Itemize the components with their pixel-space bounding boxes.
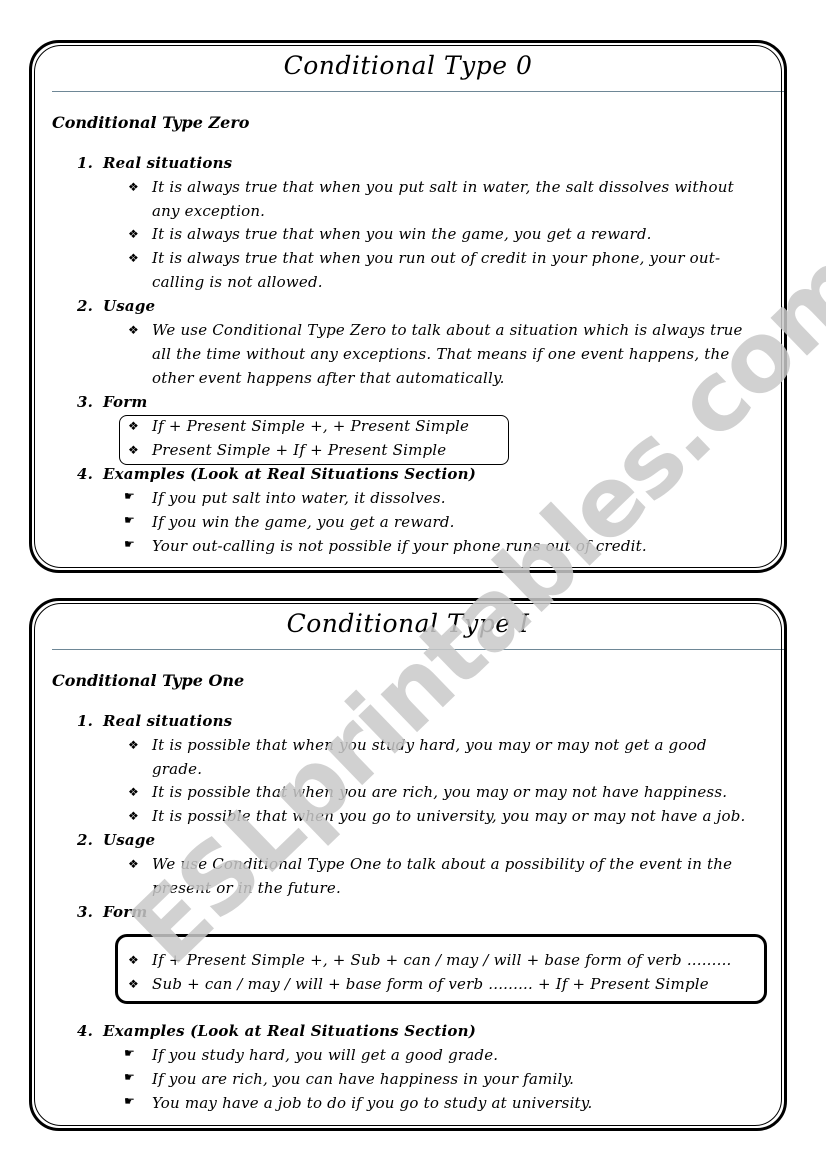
list-item: It is possible that when you go to unive… (152, 807, 746, 825)
section-heading-real-situations: 1. Real situations (77, 154, 232, 172)
section-number: 3. (77, 903, 94, 921)
pointing-hand-icon: ☛ (124, 537, 135, 551)
diamond-bullet-icon: ❖ (128, 251, 139, 265)
section-heading-form: 3. Form (77, 903, 147, 921)
section-number: 3. (77, 393, 94, 411)
section-heading-examples: 4. Examples (Look at Real Situations Sect… (77, 1022, 476, 1040)
card-title: Conditional Type I (286, 609, 530, 638)
title-divider (52, 649, 784, 650)
section-title: Examples (Look at Real Situations Sectio… (103, 1022, 476, 1040)
list-item-continuation: present or in the future. (152, 879, 341, 897)
list-item-continuation: all the time without any exceptions. Tha… (152, 345, 730, 363)
pointing-hand-icon: ☛ (124, 1046, 135, 1060)
list-item: It is possible that when you study hard,… (152, 736, 707, 754)
form-formula: Sub + can / may / will + base form of ve… (152, 975, 709, 993)
card-conditional-type-0: Conditional Type 0 Conditional Type Zero… (29, 40, 787, 573)
example-item: If you are rich, you can have happiness … (152, 1070, 575, 1088)
section-heading-form: 3. Form (77, 393, 147, 411)
section-title: Usage (103, 831, 156, 849)
diamond-bullet-icon: ❖ (128, 977, 139, 991)
section-number: 2. (77, 297, 94, 315)
list-item: It is always true that when you put salt… (152, 178, 734, 196)
list-item: It is always true that when you win the … (152, 225, 652, 243)
diamond-bullet-icon: ❖ (128, 323, 139, 337)
form-formula: If + Present Simple +, + Sub + can / may… (152, 951, 732, 969)
diamond-bullet-icon: ❖ (128, 180, 139, 194)
example-item: If you put salt into water, it dissolves… (152, 489, 446, 507)
worksheet-page: Conditional Type 0 Conditional Type Zero… (0, 0, 826, 1169)
diamond-bullet-icon: ❖ (128, 953, 139, 967)
list-item: We use Conditional Type Zero to talk abo… (152, 321, 743, 339)
section-title: Form (103, 393, 148, 411)
list-item: It is possible that when you are rich, y… (152, 783, 728, 801)
section-heading-examples: 4. Examples (Look at Real Situations Sect… (77, 465, 476, 483)
section-title: Real situations (103, 154, 233, 172)
title-divider (52, 91, 784, 92)
diamond-bullet-icon: ❖ (128, 227, 139, 241)
pointing-hand-icon: ☛ (124, 489, 135, 503)
pointing-hand-icon: ☛ (124, 1094, 135, 1108)
form-formula: Present Simple + If + Present Simple (152, 441, 447, 459)
list-item: We use Conditional Type One to talk abou… (152, 855, 733, 873)
section-heading-usage: 2. Usage (77, 831, 155, 849)
diamond-bullet-icon: ❖ (128, 419, 139, 433)
list-item-continuation: calling is not allowed. (152, 273, 323, 291)
diamond-bullet-icon: ❖ (128, 738, 139, 752)
section-title: Real situations (103, 712, 233, 730)
section-title: Form (103, 903, 148, 921)
diamond-bullet-icon: ❖ (128, 809, 139, 823)
section-number: 1. (77, 712, 94, 730)
example-item: If you study hard, you will get a good g… (152, 1046, 499, 1064)
card-conditional-type-1: Conditional Type I Conditional Type One … (29, 598, 787, 1131)
section-number: 4. (77, 1022, 94, 1040)
pointing-hand-icon: ☛ (124, 1070, 135, 1084)
example-item: If you win the game, you get a reward. (152, 513, 455, 531)
section-heading-real-situations: 1. Real situations (77, 712, 232, 730)
example-item: Your out-calling is not possible if your… (152, 537, 647, 555)
section-number: 1. (77, 154, 94, 172)
pointing-hand-icon: ☛ (124, 513, 135, 527)
form-box (115, 934, 767, 1004)
list-item-continuation: any exception. (152, 202, 266, 220)
form-formula: If + Present Simple +, + Present Simple (152, 417, 470, 435)
card-subtitle: Conditional Type One (52, 671, 245, 690)
section-number: 2. (77, 831, 94, 849)
list-item: It is always true that when you run out … (152, 249, 721, 267)
diamond-bullet-icon: ❖ (128, 443, 139, 457)
section-heading-usage: 2. Usage (77, 297, 155, 315)
section-title: Examples (Look at Real Situations Sectio… (103, 465, 476, 483)
card-subtitle: Conditional Type Zero (52, 113, 250, 132)
diamond-bullet-icon: ❖ (128, 785, 139, 799)
card-title: Conditional Type 0 (283, 51, 533, 80)
list-item-continuation: grade. (152, 760, 203, 778)
example-item: You may have a job to do if you go to st… (152, 1094, 593, 1112)
list-item-continuation: other event happens after that automatic… (152, 369, 505, 387)
section-number: 4. (77, 465, 94, 483)
section-title: Usage (103, 297, 156, 315)
diamond-bullet-icon: ❖ (128, 857, 139, 871)
